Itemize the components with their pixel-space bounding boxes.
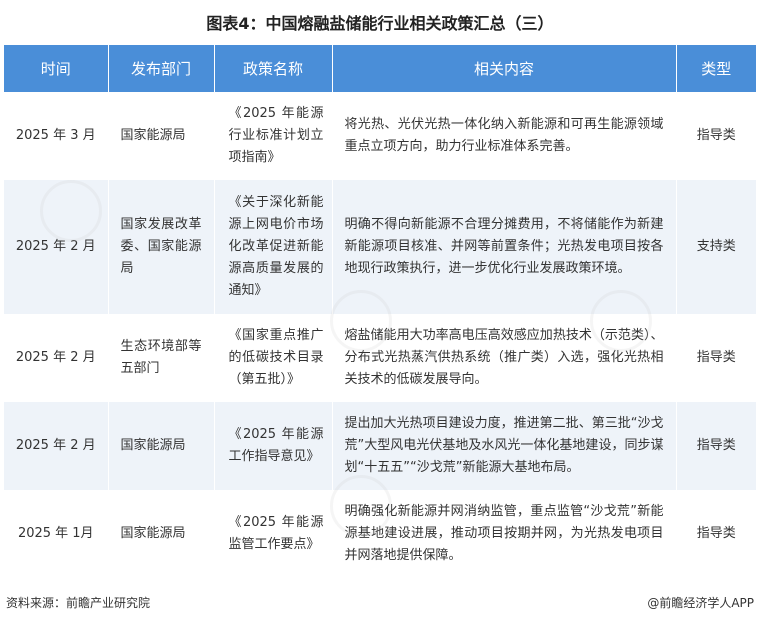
cell-content: 提出加大光热项目建设力度，推进第二批、第三批“沙戈荒”大型风电光伏基地及水风光一… [332,402,677,490]
header-time: 时间 [4,45,109,92]
cell-dept: 国家能源局 [108,402,215,490]
table-row: 2025 年 2 月 生态环境部等五部门 《国家重点推广的低碳技术目录（第五批）… [4,314,756,402]
brand-credit: @前瞻经济学人APP [647,596,754,610]
cell-type: 支持类 [676,180,756,314]
cell-content: 熔盐储能用大功率高电压高效感应加热技术（示范类）、分布式光热蒸汽供热系统（推广类… [332,314,677,402]
cell-time: 2025 年 1月 [4,490,109,577]
policy-table-container: 时间 发布部门 政策名称 相关内容 类型 2025 年 3 月 国家能源局 《2… [4,45,756,577]
policy-table: 时间 发布部门 政策名称 相关内容 类型 2025 年 3 月 国家能源局 《2… [4,45,756,577]
cell-policy: 《国家重点推广的低碳技术目录（第五批）》 [214,314,333,402]
header-type: 类型 [676,45,756,92]
table-row: 2025 年 1月 国家能源局 《2025 年能源监管工作要点》 明确强化新能源… [4,490,756,577]
cell-type: 指导类 [676,92,756,180]
cell-type: 指导类 [676,402,756,490]
cell-policy: 《2025 年能源行业标准计划立项指南》 [214,92,333,180]
cell-dept: 国家发展改革委、国家能源局 [108,180,215,314]
cell-time: 2025 年 3 月 [4,92,109,180]
cell-policy: 《2025 年能源工作指导意见》 [214,402,333,490]
table-row: 2025 年 3 月 国家能源局 《2025 年能源行业标准计划立项指南》 将光… [4,92,756,180]
cell-type: 指导类 [676,314,756,402]
table-header-row: 时间 发布部门 政策名称 相关内容 类型 [4,45,756,92]
header-content: 相关内容 [332,45,677,92]
header-dept: 发布部门 [108,45,215,92]
cell-dept: 国家能源局 [108,92,215,180]
cell-time: 2025 年 2 月 [4,180,109,314]
cell-type: 指导类 [676,490,756,577]
cell-content: 明确不得向新能源不合理分摊费用，不将储能作为新建新能源项目核准、并网等前置条件；… [332,180,677,314]
cell-content: 将光热、光伏光热一体化纳入新能源和可再生能源领域重点立项方向，助力行业标准体系完… [332,92,677,180]
table-row: 2025 年 2 月 国家发展改革委、国家能源局 《关于深化新能源上网电价市场化… [4,180,756,314]
cell-time: 2025 年 2 月 [4,314,109,402]
cell-policy: 《关于深化新能源上网电价市场化改革促进新能源高质量发展的通知》 [214,180,333,314]
cell-policy: 《2025 年能源监管工作要点》 [214,490,333,577]
cell-content: 明确强化新能源并网消纳监管，重点监管“沙戈荒”新能源基地建设进展，推动项目按期并… [332,490,677,577]
source-note: 资料来源：前瞻产业研究院 [6,596,151,610]
cell-dept: 生态环境部等五部门 [108,314,215,402]
cell-dept: 国家能源局 [108,490,215,577]
page-title: 图表4：中国熔融盐储能行业相关政策汇总（三） [206,14,554,33]
cell-time: 2025 年 2 月 [4,402,109,490]
header-policy: 政策名称 [214,45,333,92]
table-row: 2025 年 2 月 国家能源局 《2025 年能源工作指导意见》 提出加大光热… [4,402,756,490]
